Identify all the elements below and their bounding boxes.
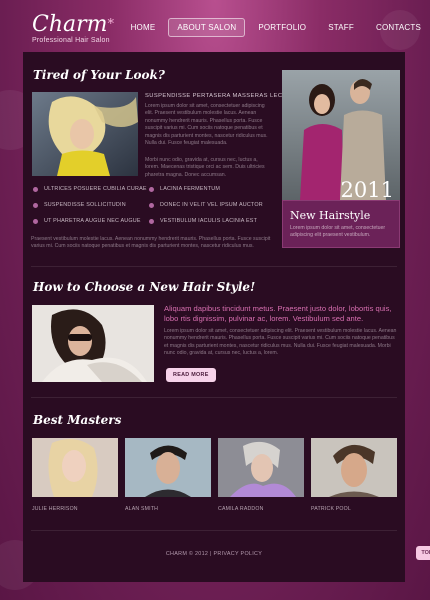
section-divider <box>31 266 397 267</box>
master-photo-alan[interactable] <box>125 438 211 497</box>
nav-home[interactable]: HOME <box>122 18 165 37</box>
promo-caption-box: New Hairstyle Lorem ipsum dolor sit amet… <box>282 200 400 248</box>
promo-title: New Hairstyle <box>290 209 371 222</box>
section-title-tired-of-your-look: Tired of Your Look? <box>33 68 165 82</box>
promo-year: 2011 <box>340 178 394 202</box>
master-name[interactable]: ALAN SMITH <box>125 506 158 512</box>
section-divider <box>31 530 397 531</box>
nav-portfolio[interactable]: PORTFOLIO <box>249 18 315 37</box>
list-item[interactable]: UT PHARETRA AUGUE NEC AUGUE <box>33 218 147 224</box>
section1-bottom-paragraph: Praesent vestibulum molestie lacus. Aene… <box>31 236 271 250</box>
master-name[interactable]: CAMILA RADDON <box>218 506 264 512</box>
section2-lead-text: Aliquam dapibus tincidunt metus. Praesen… <box>164 304 392 323</box>
promo-text: Lorem ipsum dolor sit amet, consectetuer… <box>290 225 386 239</box>
logo[interactable]: Charm* Professional Hair Salon <box>32 12 115 45</box>
master-name[interactable]: JULIE HERRISON <box>32 506 78 512</box>
master-name[interactable]: PATRICK POOL <box>311 506 351 512</box>
logo-star: * <box>107 17 115 32</box>
main-content-panel: Tired of Your Look? SUSPENDISSE PERTASER… <box>23 52 405 582</box>
section-title-best-masters: Best Masters <box>33 413 122 427</box>
list-item[interactable]: LACINIA FERMENTUM <box>149 186 263 192</box>
glamour-model-photo <box>32 305 154 382</box>
new-hairstyle-promo[interactable]: 2011 New Hairstyle Lorem ipsum dolor sit… <box>282 70 400 248</box>
bullet-icon <box>149 186 154 192</box>
section2-paragraph: Lorem ipsum dolor sit amet, consectetuer… <box>164 328 397 357</box>
section1-heading: SUSPENDISSE PERTASERA MASSERAS LECTUS <box>145 93 296 99</box>
bullet-icon <box>33 202 38 208</box>
read-more-button[interactable]: READ MORE <box>166 368 216 382</box>
list-item[interactable]: ULTRICES POSUERE CUBILIA CURAE <box>33 186 147 192</box>
master-photo-patrick[interactable] <box>311 438 397 497</box>
nav-staff[interactable]: STAFF <box>319 18 363 37</box>
feature-list-right: LACINIA FERMENTUM DONEC IN VELIT VEL IPS… <box>149 186 263 224</box>
section-divider <box>31 397 397 398</box>
footer-text[interactable]: CHARM © 2012 | PRIVACY POLICY <box>23 551 405 557</box>
feature-list-left: ULTRICES POSUERE CUBILIA CURAE SUSPENDIS… <box>33 186 147 224</box>
blonde-model-photo <box>32 92 138 176</box>
list-item[interactable]: VESTIBULUM IACULIS LACINIA EST <box>149 218 263 224</box>
list-item[interactable]: DONEC IN VELIT VEL IPSUM AUCTOR <box>149 202 263 208</box>
section1-paragraph-1: Lorem ipsum dolor sit amet, consectetuer… <box>145 103 268 147</box>
logo-title: Charm <box>32 12 108 37</box>
back-to-top-button[interactable]: TOP <box>416 546 430 560</box>
bullet-icon <box>33 218 38 224</box>
master-photo-julie[interactable] <box>32 438 118 497</box>
main-nav: HOME ABOUT SALON PORTFOLIO STAFF CONTACT… <box>122 18 430 37</box>
section1-paragraph-2: Morbi nunc odio, gravida at, cursus nec,… <box>145 157 265 178</box>
nav-about-salon[interactable]: ABOUT SALON <box>168 18 246 37</box>
master-photo-camila[interactable] <box>218 438 304 497</box>
nav-contacts[interactable]: CONTACTS <box>367 18 430 37</box>
bullet-icon <box>33 186 38 192</box>
logo-tagline: Professional Hair Salon <box>32 37 110 44</box>
bullet-icon <box>149 202 154 208</box>
section-title-choose-hair-style: How to Choose a New Hair Style! <box>33 280 256 294</box>
bullet-icon <box>149 218 154 224</box>
list-item[interactable]: SUSPENDISSE SOLLICITUDIN <box>33 202 147 208</box>
